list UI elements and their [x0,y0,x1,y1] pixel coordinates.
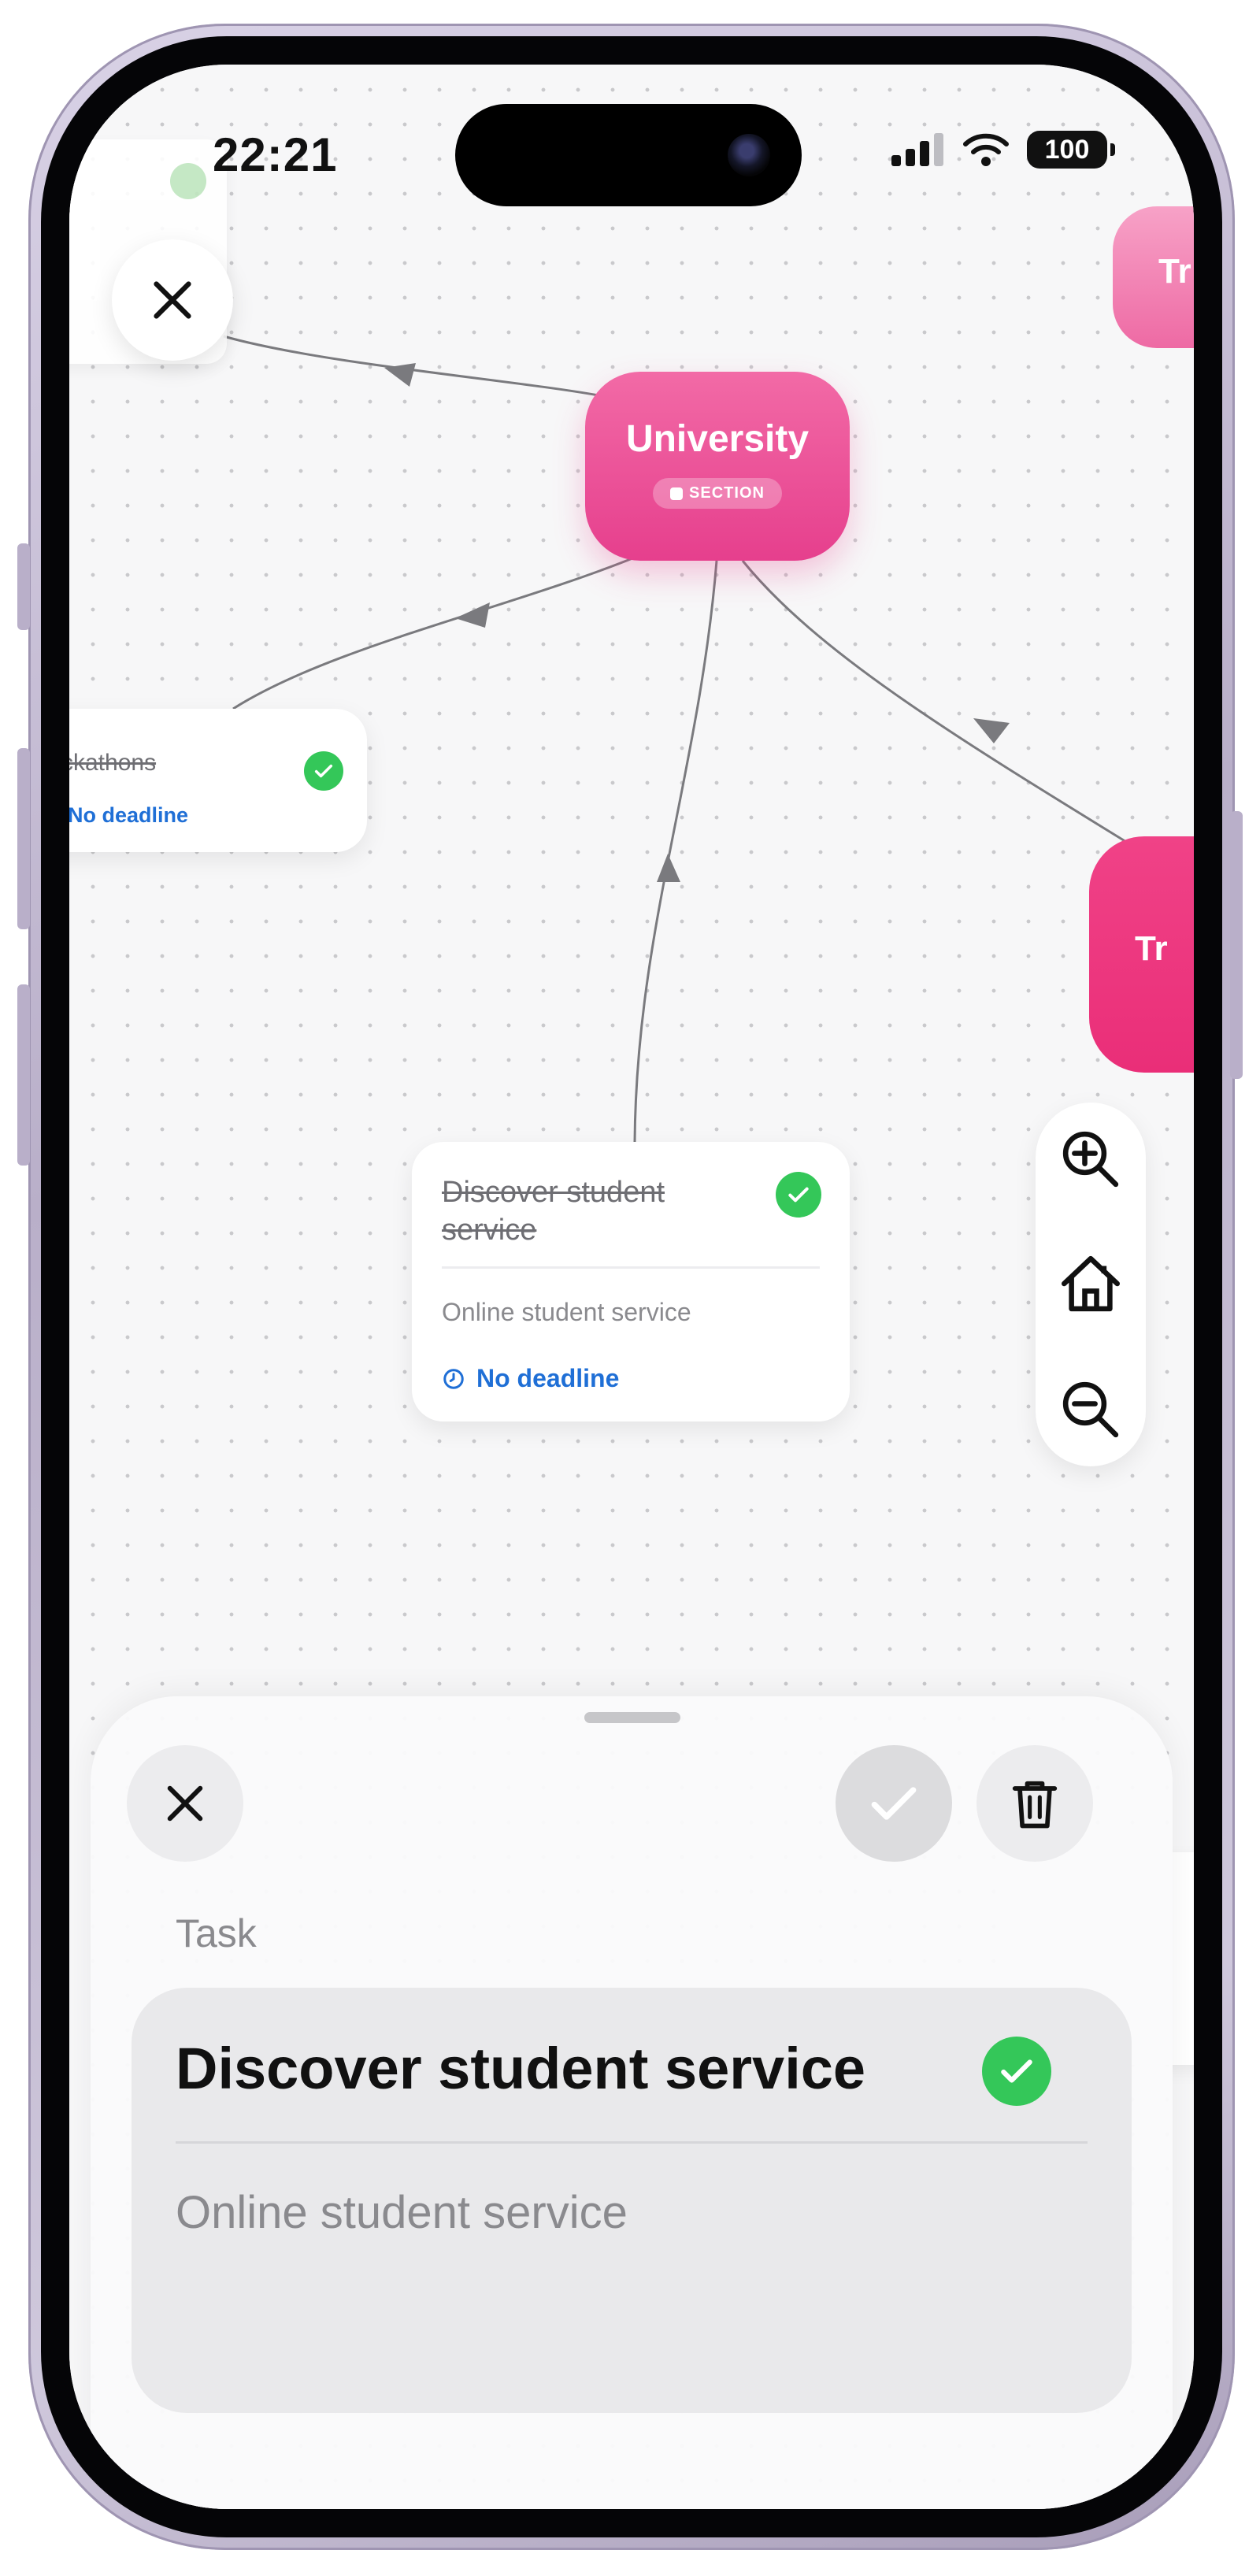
completed-check-icon[interactable] [982,2037,1051,2106]
section-badge: SECTION [653,478,782,509]
checkmark-icon [871,1787,917,1820]
edge-discover [633,560,718,1143]
task-card-hackathons[interactable]: ckathons No deadline [69,709,367,852]
zoom-out-icon [1062,1381,1119,1438]
screen: University SECTION Tr Tr ckathons No dea… [69,65,1194,2509]
wifi-icon [963,133,1009,166]
task-title-field[interactable]: Discover student service [176,2035,865,2102]
close-button[interactable] [112,239,233,361]
edge-right [741,560,1194,885]
battery-icon: 100 [1027,131,1115,169]
arrow-discover [657,854,680,882]
section-title: Tr [1158,252,1191,291]
section-badge-label: SECTION [689,484,765,502]
task-card-discover-student-service[interactable]: Discover student service Online student … [412,1142,850,1421]
task-description-field[interactable]: Online student service [176,2186,628,2239]
check-icon [170,163,206,199]
deadline-label: No deadline [476,1364,620,1392]
delete-button[interactable] [976,1745,1093,1862]
zoom-out-button[interactable] [1051,1370,1130,1449]
section-node-right-top[interactable]: Tr [1113,206,1194,348]
task-card-title: Discover student service [442,1176,665,1247]
volume-down-button [17,984,30,1166]
edge-hackathons [232,555,637,710]
complete-button[interactable] [836,1745,952,1862]
cellular-signal-icon [891,133,943,166]
item-kind-label: Task [176,1911,257,1955]
close-icon [167,1785,203,1822]
arrow-hackathons [455,602,490,628]
zoom-in-button[interactable] [1051,1120,1130,1199]
task-detail-card: Discover student service Online student … [132,1988,1132,2413]
divider [176,2141,1088,2144]
arrow-right [973,718,1010,743]
cube-icon [670,487,684,500]
power-button [1230,811,1243,1079]
clock-icon [443,1368,464,1389]
home-icon [1061,1255,1121,1312]
status-time: 22:21 [213,128,338,181]
status-icons: 100 [890,131,1115,169]
dynamic-island [455,104,802,206]
sheet-close-button[interactable] [127,1745,243,1862]
task-card-deadline: No deadline [69,803,189,827]
task-detail-sheet: Task Discover student service Online stu… [91,1696,1173,2509]
divider [442,1266,820,1269]
camera-icon [728,134,770,176]
home-button[interactable] [1051,1244,1130,1323]
zoom-in-icon [1062,1131,1119,1188]
close-icon [154,281,191,319]
section-node-university[interactable]: University SECTION [585,372,850,561]
check-icon [304,751,343,791]
check-icon [776,1172,821,1218]
task-card-description: Online student service [442,1298,691,1326]
task-card-title: ckathons [69,750,157,776]
action-button [17,543,30,630]
volume-up-button [17,748,30,929]
zoom-controls [1036,1103,1146,1466]
section-title: University [625,418,810,460]
trash-icon [1012,1781,1058,1829]
task-card-deadline: No deadline [442,1364,619,1393]
sheet-grabber[interactable] [584,1712,680,1723]
section-title: Tr [1135,929,1168,968]
section-node-right-middle[interactable]: Tr [1089,836,1194,1073]
